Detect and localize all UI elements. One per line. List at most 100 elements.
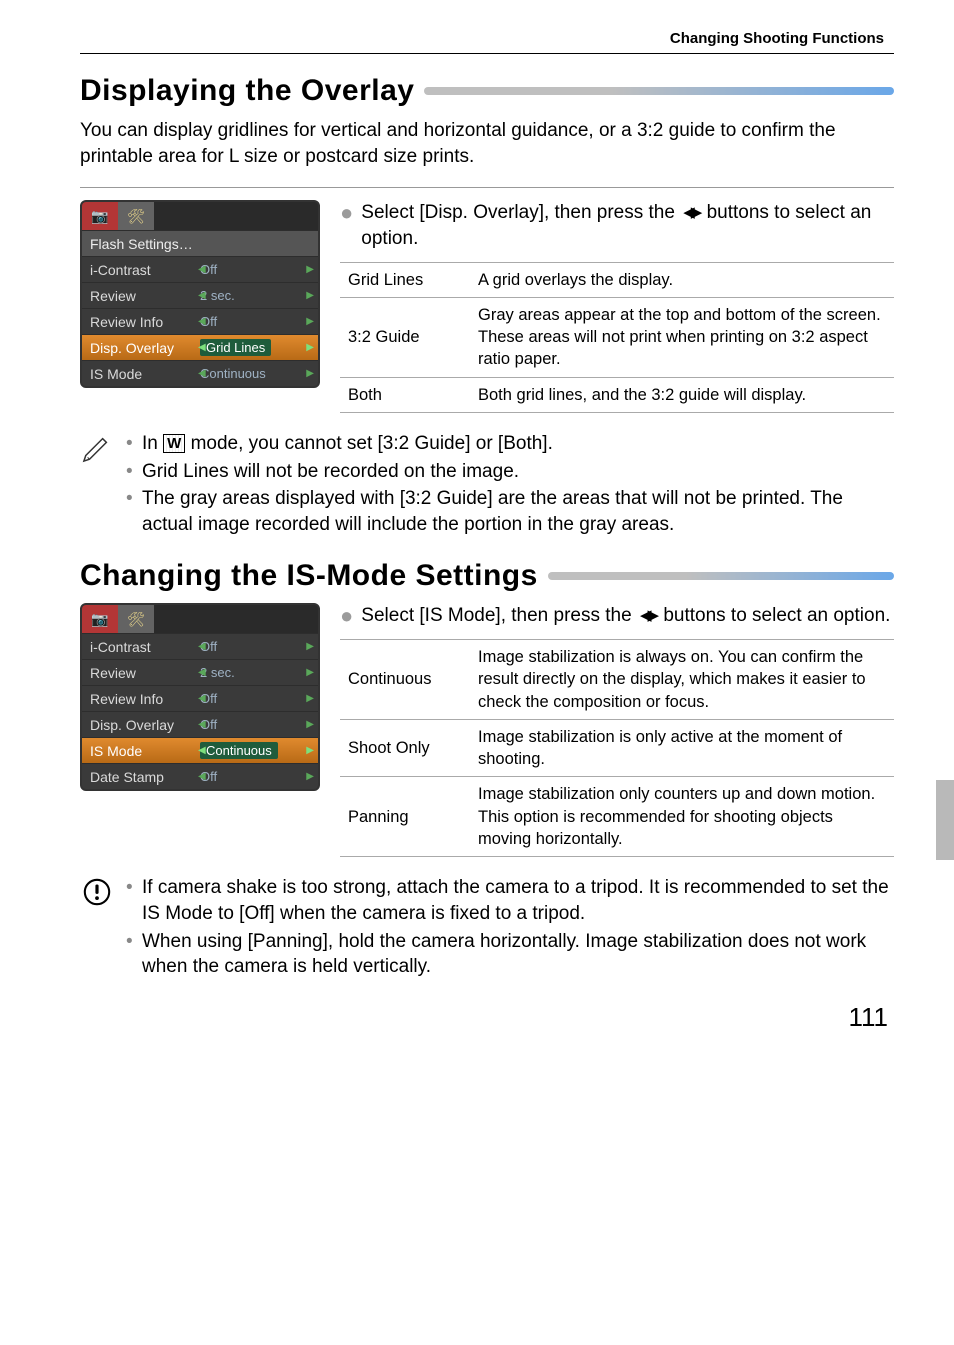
note-item: If camera shake is too strong, attach th…: [126, 875, 894, 926]
overlay-intro: You can display gridlines for vertical a…: [80, 118, 894, 169]
camera-tab-icon: 📷: [82, 605, 118, 633]
menu-value: Grid Lines: [200, 339, 271, 356]
page-number: 111: [80, 1002, 894, 1033]
menu-label: IS Mode: [90, 366, 200, 382]
option-name: Both: [340, 377, 470, 412]
menu-row: Review ◀ 2 sec. ▶: [82, 282, 318, 308]
section-title-ismode: Changing the IS-Mode Settings: [80, 559, 538, 593]
right-tri-icon: ▶: [306, 342, 314, 353]
option-desc: A grid overlays the display.: [470, 262, 894, 297]
menu-row: i-Contrast ◀ Off ▶: [82, 633, 318, 659]
left-tri-icon: ◀: [198, 342, 206, 353]
option-desc: Both grid lines, and the 3:2 guide will …: [470, 377, 894, 412]
heading-rule: [424, 87, 894, 95]
note-item: In W mode, you cannot set [3:2 Guide] or…: [126, 431, 894, 457]
left-tri-icon: ◀: [198, 667, 206, 678]
option-name: Grid Lines: [340, 262, 470, 297]
menu-row: Date Stamp ◀ Off ▶: [82, 763, 318, 789]
menu-row: Disp. Overlay ◀ Off ▶: [82, 711, 318, 737]
table-row: 3:2 Guide Gray areas appear at the top a…: [340, 297, 894, 377]
menu-row-highlighted: IS Mode ◀ Continuous ▶: [82, 737, 318, 763]
instruction-text: Select [IS Mode], then press the: [361, 605, 637, 626]
table-row: Both Both grid lines, and the 3:2 guide …: [340, 377, 894, 412]
left-tri-icon: ◀: [198, 368, 206, 379]
right-tri-icon: ▶: [306, 719, 314, 730]
menu-row: i-Contrast ◀ Off ▶: [82, 256, 318, 282]
menu-label: Review Info: [90, 314, 200, 330]
menu-row: Review Info ◀ Off ▶: [82, 685, 318, 711]
left-tri-icon: ◀: [198, 693, 206, 704]
right-tri-icon: ▶: [306, 290, 314, 301]
bullet-icon: ●: [340, 202, 353, 224]
table-row: Panning Image stabilization only counter…: [340, 777, 894, 857]
table-row: Continuous Image stabilization is always…: [340, 640, 894, 720]
menu-row: Flash Settings…: [82, 230, 318, 256]
menu-row: Review ◀ 2 sec. ▶: [82, 659, 318, 685]
menu-row-highlighted: Disp. Overlay ◀ Grid Lines ▶: [82, 334, 318, 360]
menu-row: Review Info ◀ Off ▶: [82, 308, 318, 334]
tools-tab-icon: 🛠: [118, 202, 154, 230]
note-item: The gray areas displayed with [3:2 Guide…: [126, 486, 894, 537]
section-title-overlay: Displaying the Overlay: [80, 74, 414, 108]
menu-label: IS Mode: [90, 743, 200, 759]
tools-tab-icon: 🛠: [118, 605, 154, 633]
left-tri-icon: ◀: [198, 290, 206, 301]
right-tri-icon: ▶: [306, 667, 314, 678]
camera-tab-icon: 📷: [82, 202, 118, 230]
table-row: Grid Lines A grid overlays the display.: [340, 262, 894, 297]
menu-label: Review Info: [90, 691, 200, 707]
left-tri-icon: ◀: [198, 719, 206, 730]
ismode-instruction: ● Select [IS Mode], then press the ◀▶ bu…: [340, 603, 894, 629]
overlay-options-table: Grid Lines A grid overlays the display. …: [340, 262, 894, 413]
menu-label: i-Contrast: [90, 262, 200, 278]
right-tri-icon: ▶: [306, 745, 314, 756]
divider: [80, 53, 894, 54]
heading-rule: [548, 572, 894, 580]
w-mode-icon: W: [163, 434, 185, 453]
option-desc: Gray areas appear at the top and bottom …: [470, 297, 894, 377]
right-tri-icon: ▶: [306, 641, 314, 652]
instruction-text: Select [Disp. Overlay], then press the: [361, 202, 680, 223]
left-tri-icon: ◀: [198, 641, 206, 652]
page-category: Changing Shooting Functions: [80, 30, 894, 47]
menu-value: Continuous: [200, 366, 266, 381]
bullet-icon: ●: [340, 605, 353, 627]
menu-label: Disp. Overlay: [90, 340, 200, 356]
instruction-text: buttons to select an option.: [663, 605, 890, 626]
menu-value: Continuous: [200, 742, 278, 759]
right-tri-icon: ▶: [306, 771, 314, 782]
menu-label: Disp. Overlay: [90, 717, 200, 733]
right-tri-icon: ▶: [306, 316, 314, 327]
ismode-options-table: Continuous Image stabilization is always…: [340, 639, 894, 857]
menu-label: Review: [90, 288, 200, 304]
right-tri-icon: ▶: [306, 693, 314, 704]
caution-icon: [80, 875, 114, 982]
overlay-notes: In W mode, you cannot set [3:2 Guide] or…: [126, 431, 894, 540]
left-tri-icon: ◀: [198, 771, 206, 782]
option-name: Shoot Only: [340, 719, 470, 777]
menu-label: i-Contrast: [90, 639, 200, 655]
menu-label: Flash Settings…: [90, 236, 200, 252]
right-tri-icon: ▶: [306, 368, 314, 379]
left-tri-icon: ◀: [198, 316, 206, 327]
camera-menu-screenshot: 📷 🛠 Flash Settings… i-Contrast ◀ Off ▶ R…: [80, 200, 320, 388]
divider: [80, 187, 894, 188]
left-tri-icon: ◀: [198, 264, 206, 275]
left-right-arrow-icon: ◀▶: [640, 606, 655, 626]
option-desc: Image stabilization is always on. You ca…: [470, 640, 894, 720]
option-desc: Image stabilization is only active at th…: [470, 719, 894, 777]
note-pencil-icon: [80, 431, 114, 540]
left-tri-icon: ◀: [198, 745, 206, 756]
option-name: 3:2 Guide: [340, 297, 470, 377]
option-name: Continuous: [340, 640, 470, 720]
note-item: When using [Panning], hold the camera ho…: [126, 929, 894, 980]
right-tri-icon: ▶: [306, 264, 314, 275]
overlay-instruction: ● Select [Disp. Overlay], then press the…: [340, 200, 894, 251]
menu-label: Date Stamp: [90, 769, 200, 785]
left-right-arrow-icon: ◀▶: [683, 203, 698, 223]
option-desc: Image stabilization only counters up and…: [470, 777, 894, 857]
menu-label: Review: [90, 665, 200, 681]
option-name: Panning: [340, 777, 470, 857]
menu-row: IS Mode ◀ Continuous ▶: [82, 360, 318, 386]
note-item: Grid Lines will not be recorded on the i…: [126, 459, 894, 485]
